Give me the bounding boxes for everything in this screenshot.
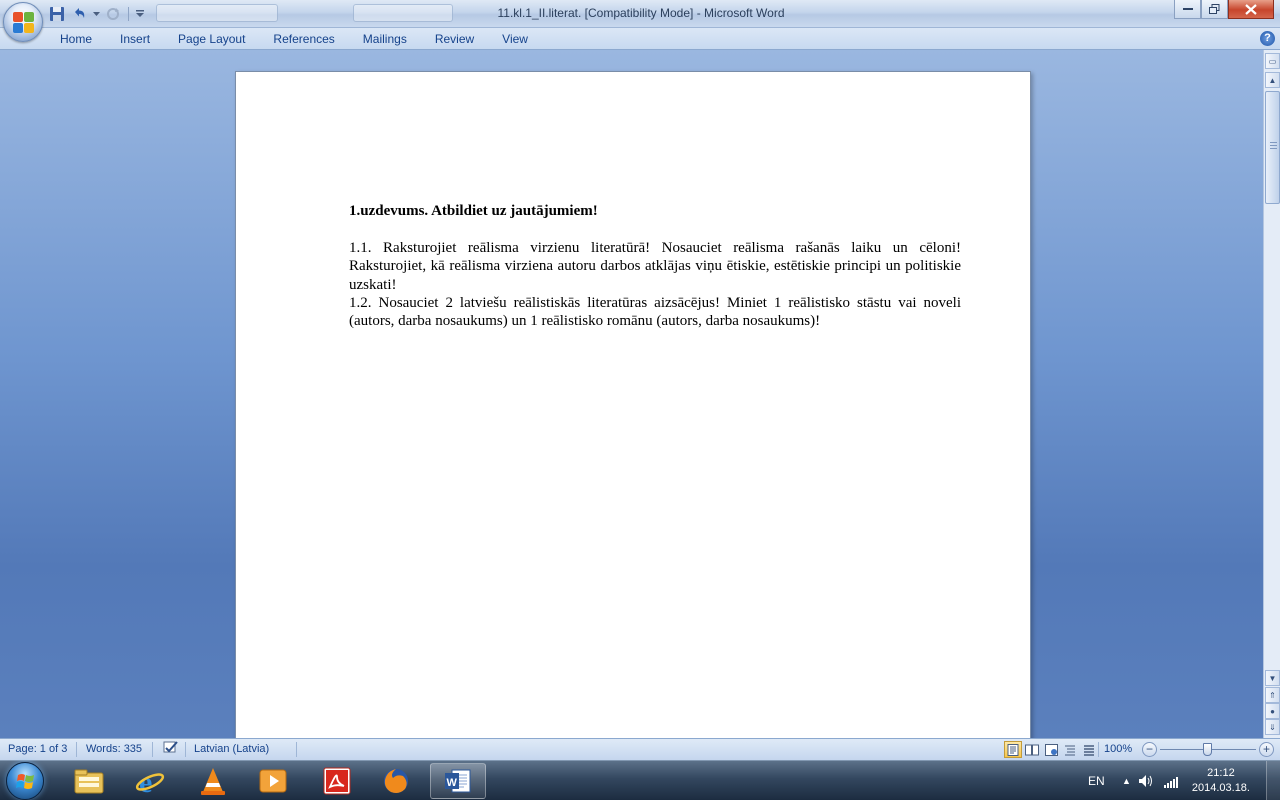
volume-icon[interactable] <box>1138 774 1154 788</box>
view-buttons <box>1004 741 1098 758</box>
network-signal-icon[interactable] <box>1163 774 1179 788</box>
show-desktop-button[interactable] <box>1266 761 1280 800</box>
scroll-up-icon[interactable]: ▲ <box>1265 72 1280 88</box>
draft-view-icon[interactable] <box>1080 741 1098 758</box>
tab-insert[interactable]: Insert <box>106 28 164 50</box>
tab-home[interactable]: Home <box>46 28 106 50</box>
ruler-toggle-icon[interactable]: ▭ <box>1265 53 1280 69</box>
select-browse-object-icon[interactable]: ● <box>1265 703 1280 719</box>
windows-explorer-icon[interactable] <box>61 763 117 799</box>
outline-view-icon[interactable] <box>1061 741 1079 758</box>
next-page-icon[interactable]: ⇓ <box>1265 719 1280 735</box>
language-indicator[interactable]: Latvian (Latvia) <box>190 739 273 760</box>
vertical-scrollbar[interactable]: ▭ ▲ ▼ ⇑ ● ⇓ <box>1263 50 1280 738</box>
zoom-out-button[interactable]: − <box>1142 742 1157 757</box>
title-bar: 11.kl.1_II.literat. [Compatibility Mode]… <box>0 0 1280 42</box>
tab-references[interactable]: References <box>259 28 348 50</box>
zoom-in-button[interactable]: + <box>1259 742 1274 757</box>
office-button[interactable] <box>3 2 43 42</box>
print-layout-view-icon[interactable] <box>1004 741 1022 758</box>
status-bar: Page: 1 of 3 Words: 335 Latvian (Latvia)… <box>0 738 1280 760</box>
taskbar: e W EN ▲ 21:12 2014.03.18. <box>0 760 1280 800</box>
ribbon: Home Insert Page Layout References Maili… <box>0 28 1280 50</box>
system-tray: EN ▲ 21:12 2014.03.18. <box>1080 761 1280 800</box>
word-icon[interactable]: W <box>430 763 486 799</box>
scroll-thumb[interactable] <box>1265 91 1280 204</box>
show-hidden-icons-icon[interactable]: ▲ <box>1122 761 1131 800</box>
windows-logo-icon <box>16 774 34 789</box>
web-layout-view-icon[interactable] <box>1042 741 1060 758</box>
input-language[interactable]: EN <box>1088 761 1105 800</box>
page-count[interactable]: Page: 1 of 3 <box>4 739 71 760</box>
minimize-button[interactable] <box>1174 0 1201 19</box>
help-icon[interactable]: ? <box>1260 31 1275 46</box>
window-title: 11.kl.1_II.literat. [Compatibility Mode]… <box>497 6 785 20</box>
system-clock[interactable]: 21:12 2014.03.18. <box>1192 766 1250 796</box>
svg-text:W: W <box>447 777 458 789</box>
document-page[interactable]: 1.uzdevums. Atbildiet uz jautājumiem! 1.… <box>235 71 1031 738</box>
vlc-icon[interactable] <box>185 763 241 799</box>
window-controls <box>1174 0 1274 19</box>
tab-mailings[interactable]: Mailings <box>349 28 421 50</box>
full-screen-reading-view-icon[interactable] <box>1023 741 1041 758</box>
media-player-icon[interactable] <box>245 763 301 799</box>
tab-view[interactable]: View <box>488 28 542 50</box>
zoom-slider-thumb[interactable] <box>1203 743 1212 756</box>
scroll-down-icon[interactable]: ▼ <box>1265 670 1280 686</box>
document-heading: 1.uzdevums. Atbildiet uz jautājumiem! <box>349 203 598 219</box>
clock-time: 21:12 <box>1207 767 1235 779</box>
document-body[interactable]: 1.uzdevums. Atbildiet uz jautājumiem! 1.… <box>349 202 961 331</box>
tab-page-layout[interactable]: Page Layout <box>164 28 259 50</box>
document-workspace: 1.uzdevums. Atbildiet uz jautājumiem! 1.… <box>0 50 1263 738</box>
document-paragraph: 1.1. Raksturojiet reālisma virzienu lite… <box>349 239 961 293</box>
restore-button[interactable] <box>1201 0 1228 19</box>
close-button[interactable] <box>1228 0 1274 19</box>
internet-explorer-icon[interactable]: e <box>122 763 178 799</box>
start-button[interactable] <box>6 762 44 800</box>
firefox-icon[interactable] <box>368 763 424 799</box>
previous-page-icon[interactable]: ⇑ <box>1265 687 1280 703</box>
ribbon-tabs: Home Insert Page Layout References Maili… <box>46 28 542 50</box>
tab-review[interactable]: Review <box>421 28 488 50</box>
clock-date: 2014.03.18. <box>1191 782 1250 794</box>
office-logo-icon <box>13 12 35 34</box>
acrobat-icon[interactable] <box>309 763 365 799</box>
word-count[interactable]: Words: 335 <box>82 739 146 760</box>
zoom-level[interactable]: 100% <box>1104 739 1132 760</box>
document-paragraph: 1.2. Nosauciet 2 latviešu reālistiskās l… <box>349 295 961 330</box>
